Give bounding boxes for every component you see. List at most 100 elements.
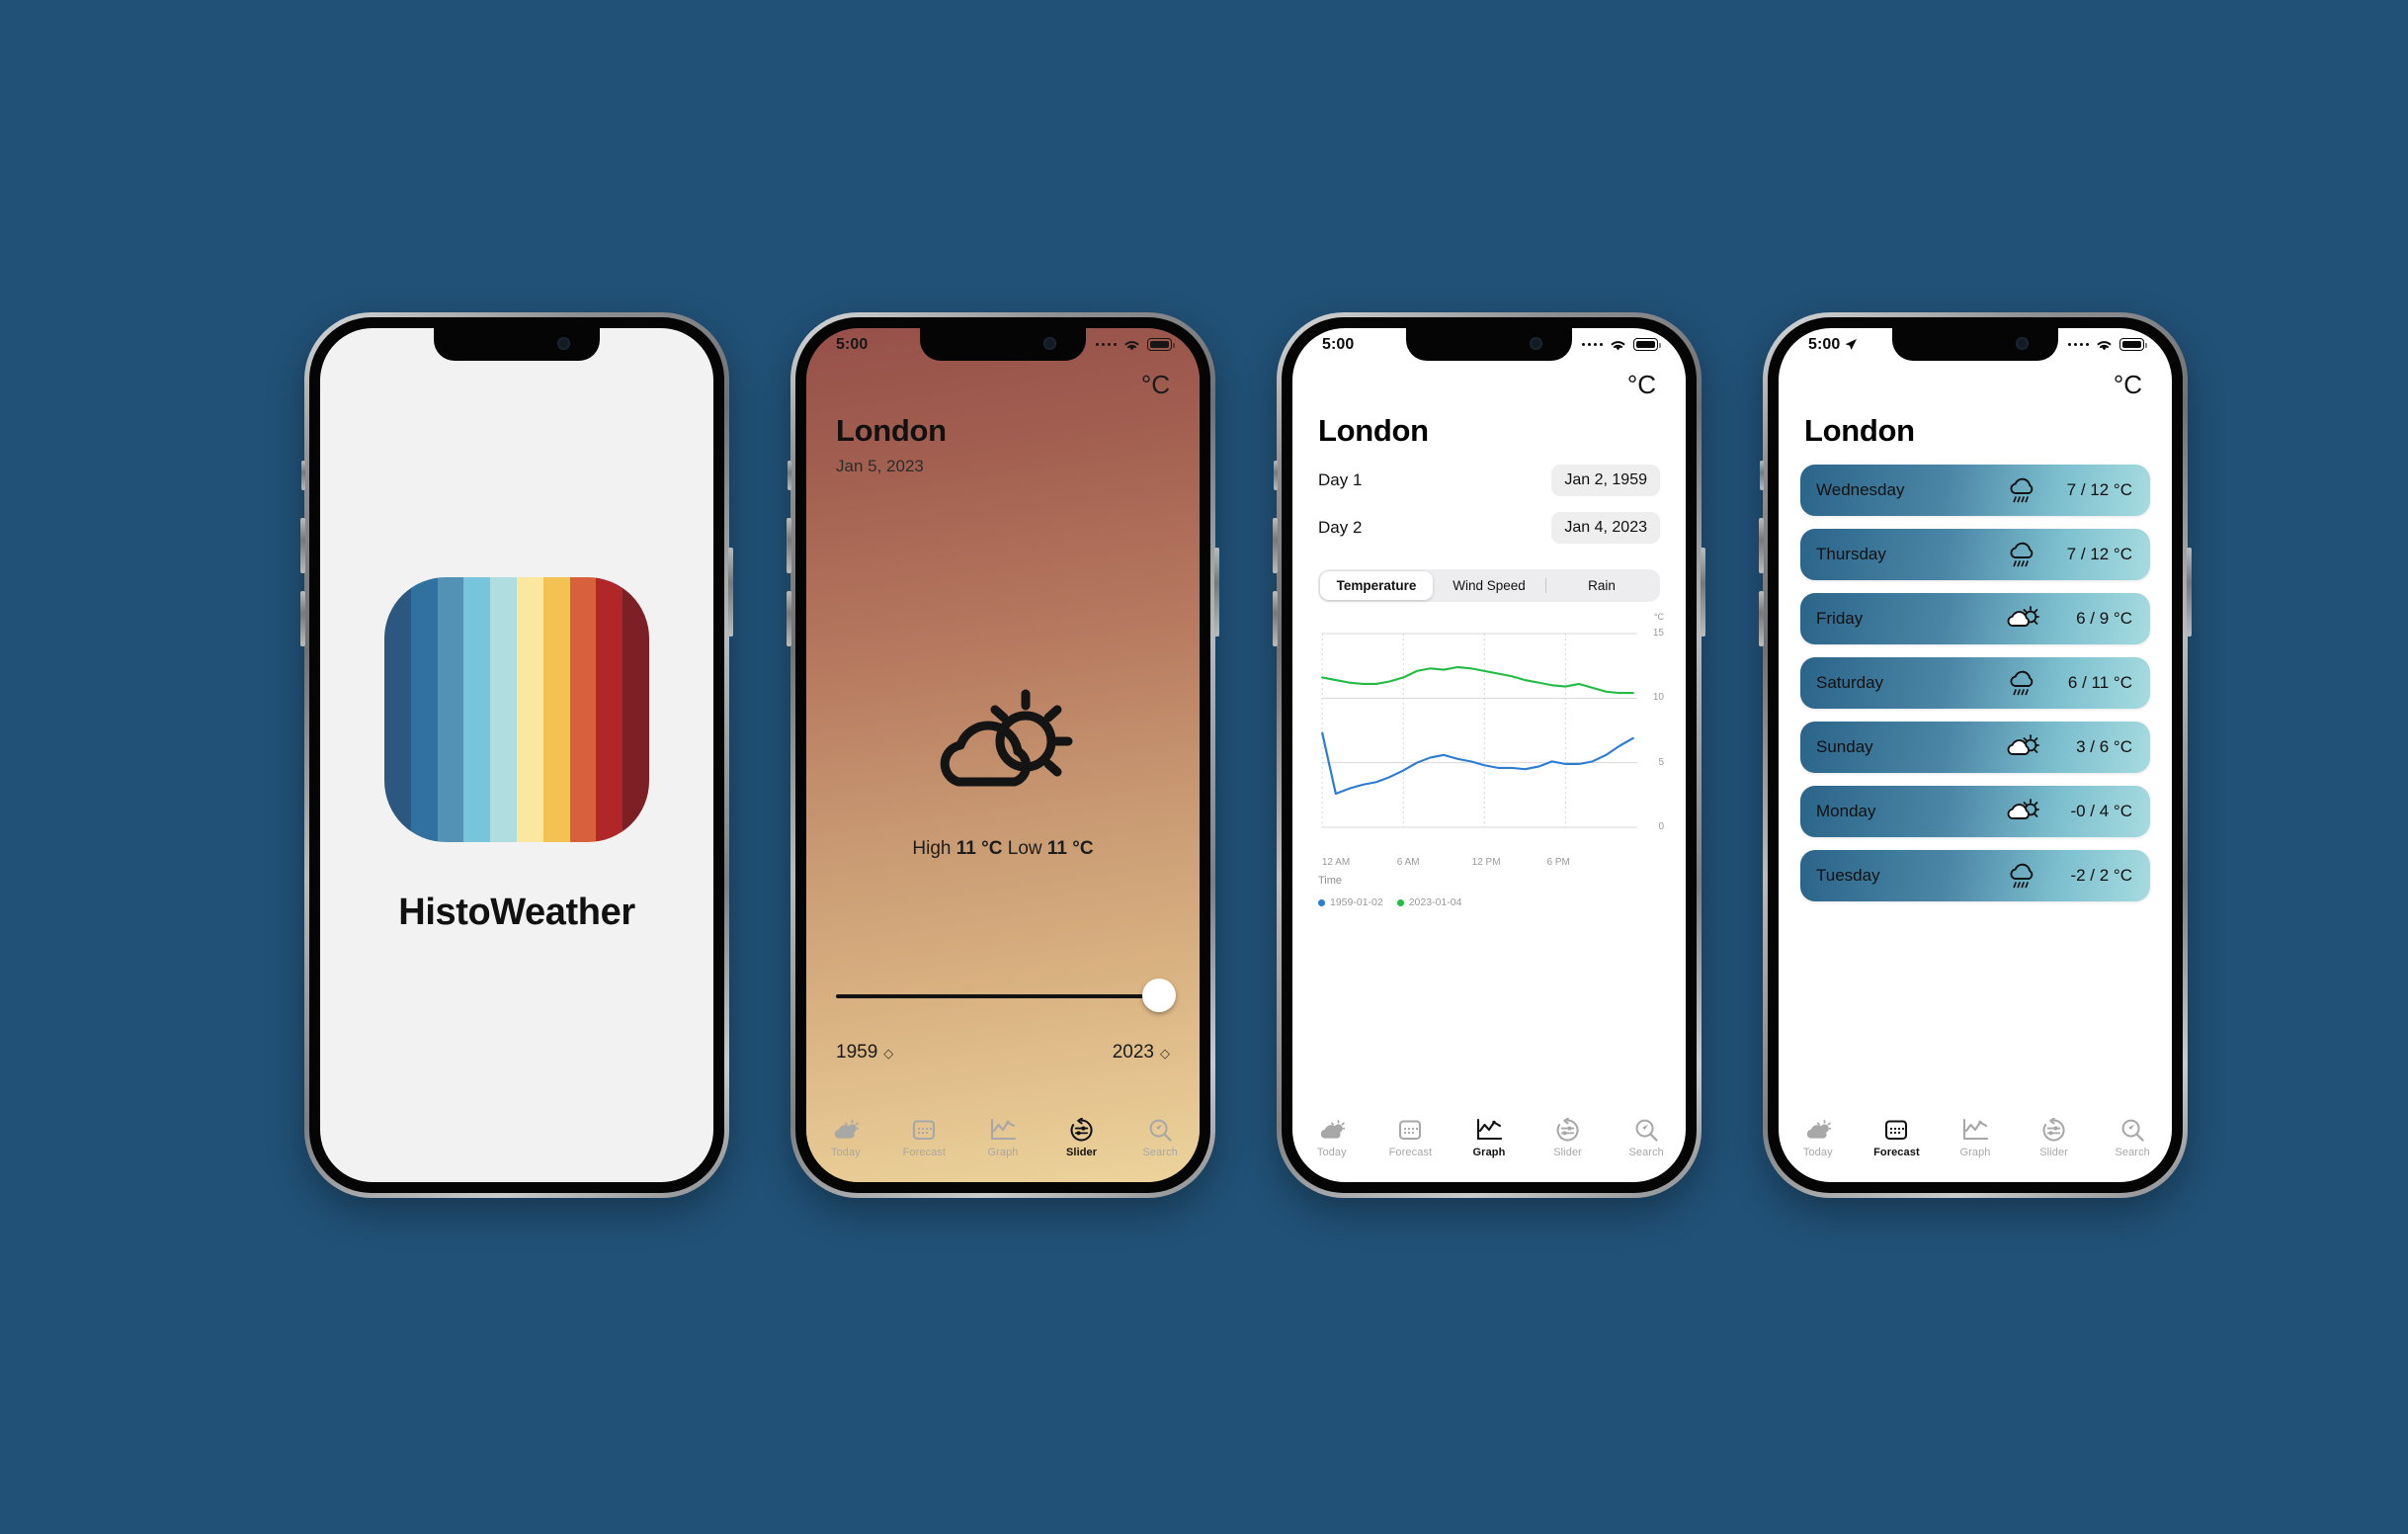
slider-icon [2041, 1116, 2066, 1144]
phone-splash: HistoWeather [300, 312, 733, 1198]
year-slider[interactable] [836, 979, 1176, 1012]
calendar-icon [912, 1116, 936, 1144]
partly-cloudy-icon [929, 680, 1077, 809]
tab-bar: Today Forecast Graph Slider Search [1779, 1109, 2172, 1182]
tab-slider[interactable]: Slider [1533, 1116, 1604, 1158]
rain-icon [2006, 541, 2039, 568]
year-range-row: 1959 ◇ 2023 ◇ [836, 1042, 1170, 1064]
forecast-day: Saturday [1816, 673, 1884, 692]
forecast-row[interactable]: Sunday 3 / 6 °C [1800, 722, 2150, 773]
day1-label: Day 1 [1318, 470, 1363, 489]
volume-down-button[interactable] [300, 591, 305, 646]
y-tick-5: 5 [1658, 756, 1664, 768]
power-button[interactable] [1701, 548, 1705, 637]
legend-item-2[interactable]: 2023-01-04 [1396, 896, 1461, 908]
power-button[interactable] [1214, 548, 1219, 637]
min-year-value: 1959 [836, 1042, 878, 1063]
cloud-sun-icon [2006, 605, 2039, 633]
unit-toggle[interactable]: °C [1141, 370, 1170, 400]
segment-rain[interactable]: Rain [1545, 571, 1658, 600]
tab-search[interactable]: Search [1124, 1116, 1196, 1158]
volume-down-button[interactable] [1273, 591, 1278, 646]
tab-graph[interactable]: Graph [1453, 1116, 1525, 1158]
line-chart-icon [1962, 1116, 1988, 1144]
y-tick-15: 15 [1652, 628, 1664, 639]
volume-up-button[interactable] [1273, 518, 1278, 573]
tab-label: Forecast [902, 1147, 947, 1158]
day2-date-picker[interactable]: Jan 4, 2023 [1551, 512, 1660, 544]
silent-switch[interactable] [788, 461, 791, 490]
volume-down-button[interactable] [1759, 591, 1764, 646]
cellular-icon [1095, 342, 1117, 347]
date-label: Jan 5, 2023 [836, 457, 924, 475]
slider-knob[interactable] [1142, 979, 1176, 1012]
forecast-temp: -0 / 4 °C [2070, 802, 2132, 820]
rain-icon [2006, 862, 2039, 890]
high-value: 11 °C [955, 838, 1003, 859]
icon-stripe-10 [623, 576, 649, 842]
icon-stripe-1 [384, 576, 411, 842]
notch [434, 328, 600, 361]
silent-switch[interactable] [1760, 461, 1764, 490]
forecast-list: Wednesday 7 / 12 °C Thursday 7 / 12 °C Frida… [1800, 465, 2150, 901]
tab-forecast[interactable]: Forecast [1861, 1116, 1932, 1158]
forecast-row[interactable]: Saturday 6 / 11 °C [1800, 657, 2150, 709]
forecast-row[interactable]: Monday -0 / 4 °C [1800, 786, 2150, 837]
forecast-row[interactable]: Thursday 7 / 12 °C [1800, 529, 2150, 580]
chevron-updown-icon: ◇ [1160, 1045, 1170, 1061]
unit-toggle[interactable]: °C [2114, 370, 2142, 400]
volume-up-button[interactable] [300, 518, 305, 573]
volume-up-button[interactable] [787, 518, 791, 573]
status-time: 5:00 [1808, 335, 1841, 353]
day1-date-picker[interactable]: Jan 2, 1959 [1551, 465, 1660, 496]
phone-slider: 5:00 °C London Jan 5, 2023 High 11 °C Lo… [787, 312, 1219, 1198]
forecast-row[interactable]: Tuesday -2 / 2 °C [1800, 850, 2150, 901]
wifi-icon [1611, 340, 1625, 350]
cloud-sun-icon [833, 1116, 859, 1144]
tab-label: Today [830, 1147, 861, 1158]
low-label: Low [1007, 838, 1042, 859]
y-tick-0: 0 [1658, 821, 1664, 832]
icon-stripe-6 [516, 576, 543, 842]
legend-item-1[interactable]: 1959-01-02 [1318, 896, 1383, 908]
tab-graph[interactable]: Graph [1940, 1116, 2011, 1158]
tab-slider[interactable]: Slider [2019, 1116, 2090, 1158]
tab-bar: Today Forecast Graph Slider Search [806, 1109, 1200, 1182]
tab-today[interactable]: Today [1296, 1116, 1368, 1158]
forecast-temp: 6 / 9 °C [2076, 609, 2132, 628]
tab-search[interactable]: Search [2097, 1116, 2168, 1158]
search-icon [1634, 1116, 1659, 1144]
chart-y-axis-unit: °C [1653, 612, 1664, 622]
min-year-stepper[interactable]: 1959 ◇ [836, 1042, 893, 1064]
forecast-row[interactable]: Wednesday 7 / 12 °C [1800, 465, 2150, 516]
tab-forecast[interactable]: Forecast [1374, 1116, 1446, 1158]
icon-stripe-8 [569, 576, 597, 842]
max-year-stepper[interactable]: 2023 ◇ [1113, 1042, 1170, 1064]
day1-row: Day 1 Jan 2, 1959 [1318, 465, 1660, 496]
status-time: 5:00 [836, 335, 869, 353]
slider-track[interactable] [836, 994, 1170, 998]
unit-toggle[interactable]: °C [1627, 370, 1656, 400]
volume-down-button[interactable] [787, 591, 791, 646]
day2-label: Day 2 [1318, 518, 1363, 537]
tab-today[interactable]: Today [810, 1116, 881, 1158]
wifi-icon [2097, 340, 2112, 350]
tab-graph[interactable]: Graph [967, 1116, 1038, 1158]
segment-temperature[interactable]: Temperature [1320, 571, 1433, 600]
tab-label: Search [1628, 1147, 1664, 1158]
battery-icon [1147, 338, 1175, 351]
status-bar: 5:00 [1779, 328, 2172, 361]
silent-switch[interactable] [1274, 461, 1278, 490]
power-button[interactable] [2187, 548, 2192, 637]
tab-slider[interactable]: Slider [1046, 1116, 1118, 1158]
status-time: 5:00 [1322, 335, 1355, 353]
app-icon [384, 576, 649, 842]
silent-switch[interactable] [301, 461, 305, 490]
tab-forecast[interactable]: Forecast [888, 1116, 959, 1158]
segment-wind-speed[interactable]: Wind Speed [1433, 571, 1545, 600]
tab-today[interactable]: Today [1783, 1116, 1854, 1158]
tab-search[interactable]: Search [1611, 1116, 1682, 1158]
volume-up-button[interactable] [1759, 518, 1764, 573]
forecast-row[interactable]: Friday 6 / 9 °C [1800, 593, 2150, 644]
power-button[interactable] [728, 548, 733, 637]
